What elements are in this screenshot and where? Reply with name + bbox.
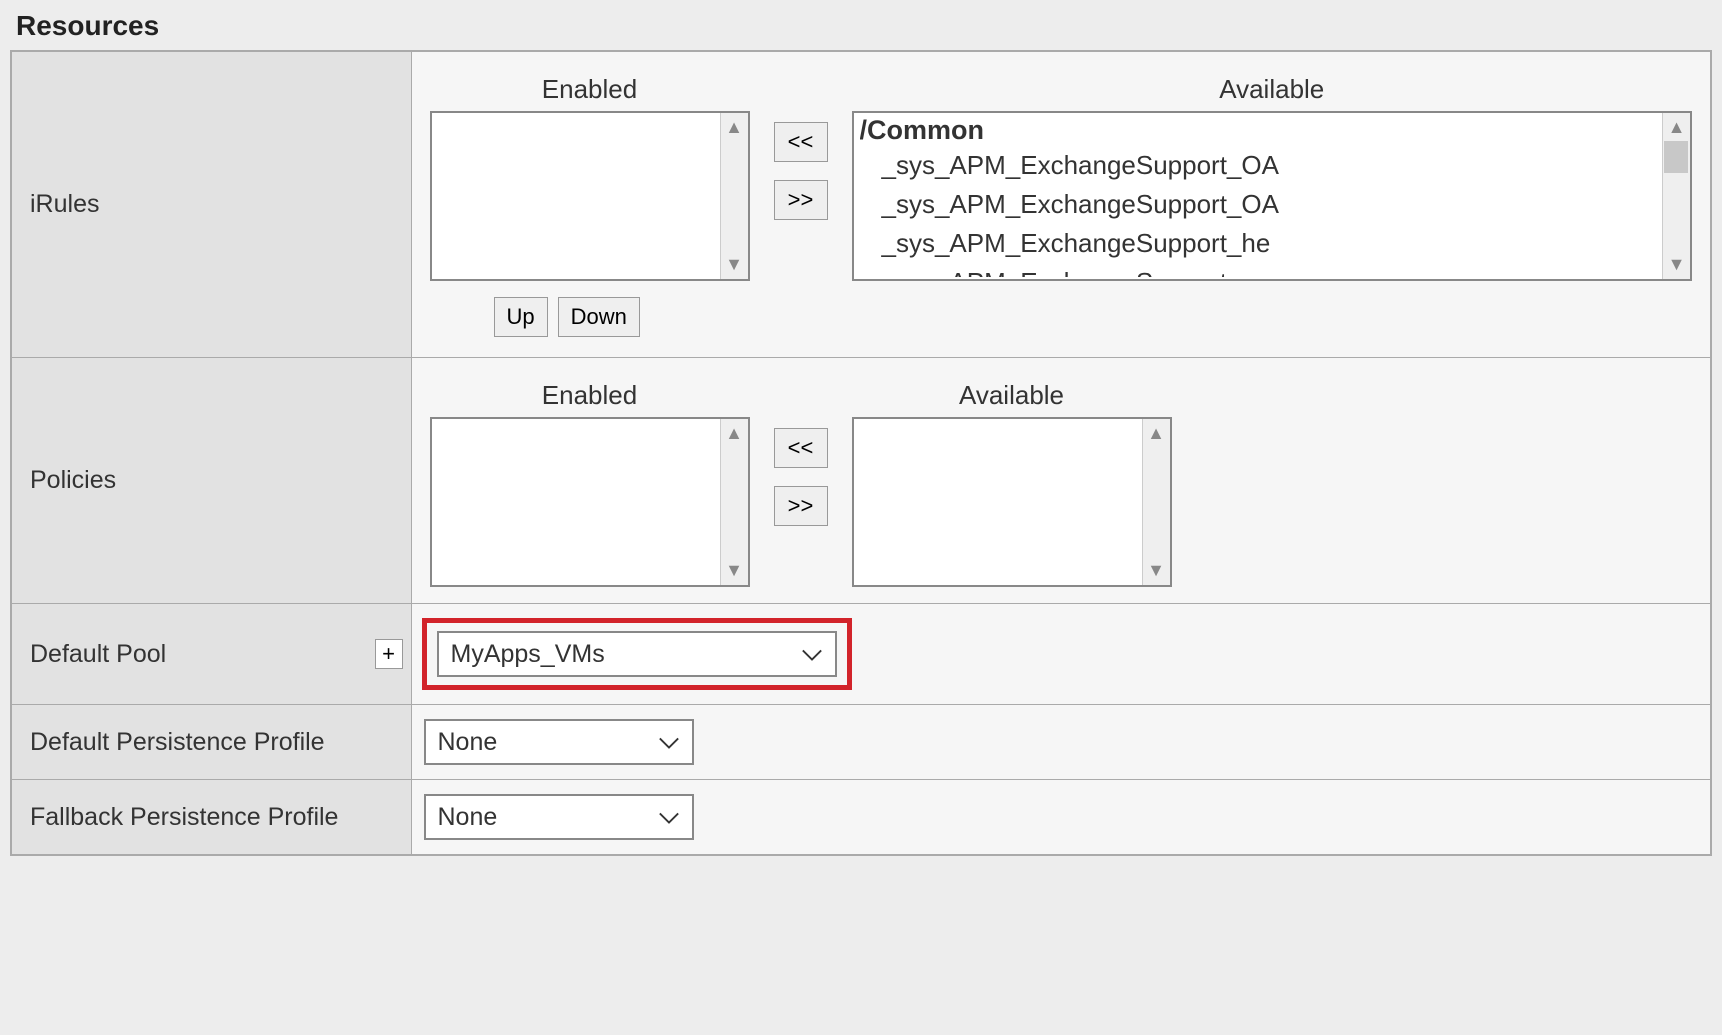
- value-default-pool: MyApps_VMs: [411, 604, 1711, 705]
- irules-available-listbox[interactable]: /Common _sys_APM_ExchangeSupport_OA _sys…: [852, 111, 1693, 281]
- irules-remove-button[interactable]: >>: [774, 180, 828, 220]
- label-policies: Policies: [11, 358, 411, 604]
- policies-enabled-header: Enabled: [542, 380, 637, 411]
- scrollbar[interactable]: ▲ ▼: [1142, 419, 1170, 585]
- irules-available-group: /Common: [860, 115, 1661, 146]
- chevron-down-icon: [658, 728, 680, 757]
- section-title: Resources: [16, 10, 1712, 42]
- policies-dual-list: Enabled ▲ ▼ << >>: [424, 372, 1699, 589]
- row-policies: Policies Enabled ▲ ▼ <<: [11, 358, 1711, 604]
- default-persistence-select[interactable]: None: [424, 719, 694, 765]
- value-default-persistence: None: [411, 705, 1711, 780]
- irules-down-button[interactable]: Down: [558, 297, 640, 337]
- policies-available-listbox[interactable]: ▲ ▼: [852, 417, 1172, 587]
- list-item[interactable]: _sys_APM_ExchangeSupport_he: [860, 224, 1661, 263]
- row-default-pool: Default Pool + MyApps_VMs: [11, 604, 1711, 705]
- scroll-up-icon[interactable]: ▲: [1668, 113, 1686, 142]
- irules-move-buttons: << >>: [774, 74, 828, 220]
- chevron-down-icon: [801, 640, 823, 669]
- label-default-pool: Default Pool +: [11, 604, 411, 705]
- fallback-persistence-select-value: None: [438, 803, 634, 832]
- policies-available-header: Available: [959, 380, 1064, 411]
- default-persistence-select-value: None: [438, 728, 634, 757]
- policies-remove-button[interactable]: >>: [774, 486, 828, 526]
- list-item[interactable]: _sys_APM_ExchangeSupport_OA: [860, 185, 1661, 224]
- label-irules: iRules: [11, 51, 411, 358]
- scroll-up-icon[interactable]: ▲: [725, 113, 743, 142]
- default-pool-select[interactable]: MyApps_VMs: [437, 631, 837, 677]
- irules-dual-list: Enabled ▲ ▼ << >>: [424, 66, 1699, 283]
- label-fallback-persistence: Fallback Persistence Profile: [11, 780, 411, 856]
- list-item[interactable]: _sys_APM_ExchangeSupport_OA: [860, 146, 1661, 185]
- default-pool-highlight: MyApps_VMs: [422, 618, 852, 690]
- irules-up-button[interactable]: Up: [494, 297, 548, 337]
- scrollbar[interactable]: ▲ ▼: [720, 113, 748, 279]
- policies-move-buttons: << >>: [774, 380, 828, 526]
- value-irules: Enabled ▲ ▼ << >>: [411, 51, 1711, 358]
- scrollbar[interactable]: ▲ ▼: [720, 419, 748, 585]
- irules-enabled-listbox[interactable]: ▲ ▼: [430, 111, 750, 281]
- default-pool-select-value: MyApps_VMs: [451, 640, 777, 669]
- fallback-persistence-select[interactable]: None: [424, 794, 694, 840]
- scrollbar[interactable]: ▲ ▼: [1662, 113, 1690, 279]
- irules-order-buttons: Up Down: [494, 297, 1699, 337]
- irules-enabled-header: Enabled: [542, 74, 637, 105]
- row-default-persistence: Default Persistence Profile None: [11, 705, 1711, 780]
- resources-table: iRules Enabled ▲ ▼ <<: [10, 50, 1712, 856]
- policies-enabled-listbox[interactable]: ▲ ▼: [430, 417, 750, 587]
- scroll-down-icon[interactable]: ▼: [1147, 556, 1165, 585]
- value-policies: Enabled ▲ ▼ << >>: [411, 358, 1711, 604]
- scroll-down-icon[interactable]: ▼: [1668, 250, 1686, 279]
- row-fallback-persistence: Fallback Persistence Profile None: [11, 780, 1711, 856]
- label-default-persistence: Default Persistence Profile: [11, 705, 411, 780]
- scroll-up-icon[interactable]: ▲: [1147, 419, 1165, 448]
- chevron-down-icon: [658, 803, 680, 832]
- value-fallback-persistence: None: [411, 780, 1711, 856]
- default-pool-add-button[interactable]: +: [375, 639, 403, 669]
- scroll-down-icon[interactable]: ▼: [725, 556, 743, 585]
- scroll-thumb[interactable]: [1664, 141, 1688, 173]
- policies-add-button[interactable]: <<: [774, 428, 828, 468]
- scroll-up-icon[interactable]: ▲: [725, 419, 743, 448]
- list-item[interactable]: _sys_APM_ExchangeSupport_ma: [860, 263, 1661, 277]
- label-default-pool-text: Default Pool: [30, 640, 166, 668]
- irules-available-header: Available: [1219, 74, 1324, 105]
- scroll-down-icon[interactable]: ▼: [725, 250, 743, 279]
- irules-add-button[interactable]: <<: [774, 122, 828, 162]
- row-irules: iRules Enabled ▲ ▼ <<: [11, 51, 1711, 358]
